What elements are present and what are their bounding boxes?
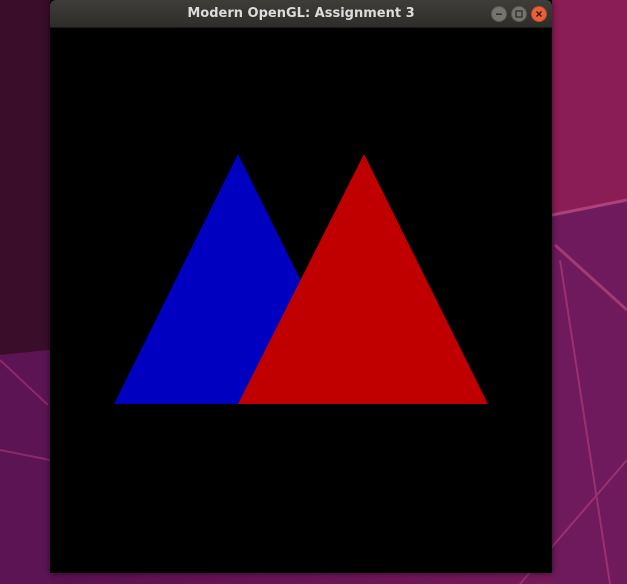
close-button[interactable]	[531, 6, 547, 22]
maximize-icon	[515, 10, 523, 18]
window-title: Modern OpenGL: Assignment 3	[187, 6, 415, 21]
opengl-viewport[interactable]	[50, 28, 552, 573]
minimize-button[interactable]	[491, 6, 507, 22]
close-icon	[536, 11, 542, 17]
minimize-icon	[496, 13, 502, 15]
maximize-button[interactable]	[511, 6, 527, 22]
title-bar[interactable]: Modern OpenGL: Assignment 3	[50, 0, 552, 28]
app-window: Modern OpenGL: Assignment 3	[50, 0, 552, 573]
